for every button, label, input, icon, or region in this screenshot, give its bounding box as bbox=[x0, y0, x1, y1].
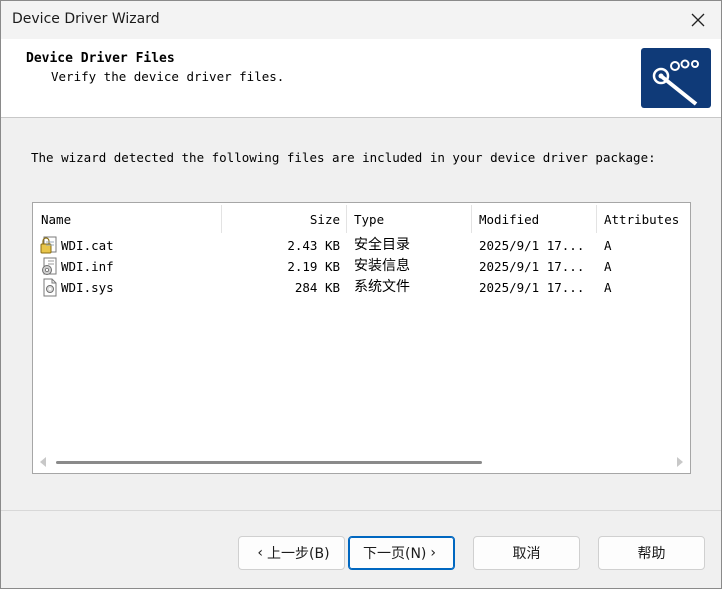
setup-information-icon bbox=[42, 257, 57, 275]
back-button-label: 上一步(B) bbox=[267, 546, 330, 562]
horizontal-scrollbar[interactable] bbox=[33, 452, 690, 472]
scrollbar-thumb[interactable] bbox=[56, 461, 482, 464]
close-button[interactable] bbox=[675, 1, 721, 39]
help-button[interactable]: 帮助 bbox=[598, 536, 705, 570]
file-attributes: A bbox=[604, 259, 612, 274]
file-attributes: A bbox=[604, 238, 612, 253]
wizard-header: Device Driver Files Verify the device dr… bbox=[1, 39, 721, 118]
help-button-label: 帮助 bbox=[637, 546, 666, 562]
column-header-modified[interactable]: Modified bbox=[479, 203, 589, 234]
file-type: 安全目录 bbox=[354, 237, 410, 253]
column-header-name[interactable]: Name bbox=[41, 203, 221, 234]
column-divider[interactable] bbox=[471, 205, 472, 233]
chevron-right-icon: › bbox=[430, 545, 436, 561]
security-catalog-icon bbox=[40, 236, 57, 254]
driver-wizard-icon bbox=[652, 59, 699, 106]
wizard-window: Device Driver Wizard Device Driver Files… bbox=[0, 0, 722, 589]
file-row[interactable]: WDI.cat 2.43 KB 安全目录 2025/9/1 17... A bbox=[33, 235, 690, 256]
file-modified: 2025/9/1 17... bbox=[479, 238, 585, 253]
file-list-header: Name Size Type Modified Attributes bbox=[33, 203, 690, 234]
file-size: 2.19 KB bbox=[287, 259, 340, 274]
file-name: WDI.cat bbox=[61, 238, 114, 253]
file-row[interactable]: WDI.inf 2.19 KB 安装信息 2025/9/1 17... A bbox=[33, 256, 690, 277]
file-type: 系统文件 bbox=[354, 279, 410, 295]
file-row[interactable]: WDI.sys 284 KB 系统文件 2025/9/1 17... A bbox=[33, 277, 690, 298]
file-attributes: A bbox=[604, 280, 612, 295]
file-size: 284 KB bbox=[294, 280, 340, 295]
cancel-button[interactable]: 取消 bbox=[473, 536, 580, 570]
scroll-right-icon[interactable] bbox=[677, 457, 683, 467]
column-header-size[interactable]: Size bbox=[222, 203, 340, 234]
wizard-logo bbox=[641, 48, 711, 108]
file-name: WDI.sys bbox=[61, 280, 114, 295]
file-list[interactable]: Name Size Type Modified Attributes WDI.c… bbox=[32, 202, 691, 474]
file-modified: 2025/9/1 17... bbox=[479, 259, 585, 274]
page-subtitle: Verify the device driver files. bbox=[51, 69, 285, 84]
title-bar[interactable]: Device Driver Wizard bbox=[1, 1, 721, 39]
file-size: 2.43 KB bbox=[287, 238, 340, 253]
column-header-attributes[interactable]: Attributes bbox=[604, 203, 690, 234]
back-button[interactable]: ‹ 上一步(B) bbox=[238, 536, 345, 570]
footer-divider bbox=[1, 510, 721, 511]
column-header-type[interactable]: Type bbox=[354, 203, 464, 234]
cancel-button-label: 取消 bbox=[512, 546, 541, 562]
file-type: 安装信息 bbox=[354, 258, 410, 274]
close-icon bbox=[691, 13, 705, 27]
system-file-icon bbox=[43, 278, 57, 297]
next-button[interactable]: 下一页(N) › bbox=[348, 536, 455, 570]
intro-text: The wizard detected the following files … bbox=[31, 150, 656, 165]
file-name: WDI.inf bbox=[61, 259, 114, 274]
scroll-left-icon[interactable] bbox=[40, 457, 46, 467]
column-divider[interactable] bbox=[346, 205, 347, 233]
chevron-left-icon: ‹ bbox=[257, 545, 264, 561]
next-button-label: 下一页(N) bbox=[362, 546, 427, 562]
file-modified: 2025/9/1 17... bbox=[479, 280, 585, 295]
page-title: Device Driver Files bbox=[26, 51, 175, 66]
window-title: Device Driver Wizard bbox=[12, 11, 160, 27]
column-divider[interactable] bbox=[596, 205, 597, 233]
